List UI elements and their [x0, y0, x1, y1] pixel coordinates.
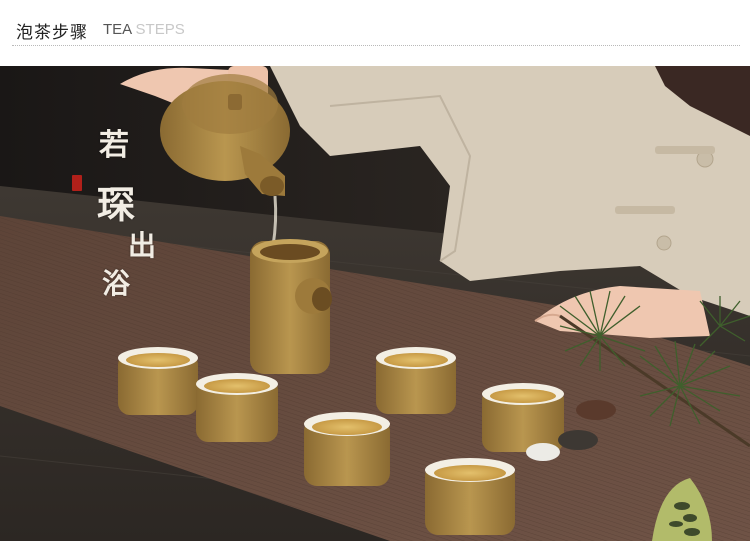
header-divider	[12, 45, 740, 46]
red-seal-stamp	[72, 175, 82, 191]
calligraphy-char-2: 琛	[97, 182, 136, 227]
calligraphy-char-4: 浴	[102, 267, 131, 300]
tea-photo: 若 琛 出 浴	[0, 66, 750, 541]
section-title-en: TEA STEPS	[103, 21, 185, 38]
calligraphy-char-1: 若	[99, 128, 129, 163]
section-title-en-part2: STEPS	[135, 21, 185, 38]
page: 泡茶步骤 TEA STEPS 若 琛 出 浴	[0, 0, 750, 541]
header: 泡茶步骤 TEA STEPS	[0, 0, 750, 64]
section-title-en-part1: TEA	[103, 21, 132, 38]
calligraphy-char-3: 出	[128, 229, 157, 262]
section-title-cn: 泡茶步骤	[16, 23, 88, 43]
